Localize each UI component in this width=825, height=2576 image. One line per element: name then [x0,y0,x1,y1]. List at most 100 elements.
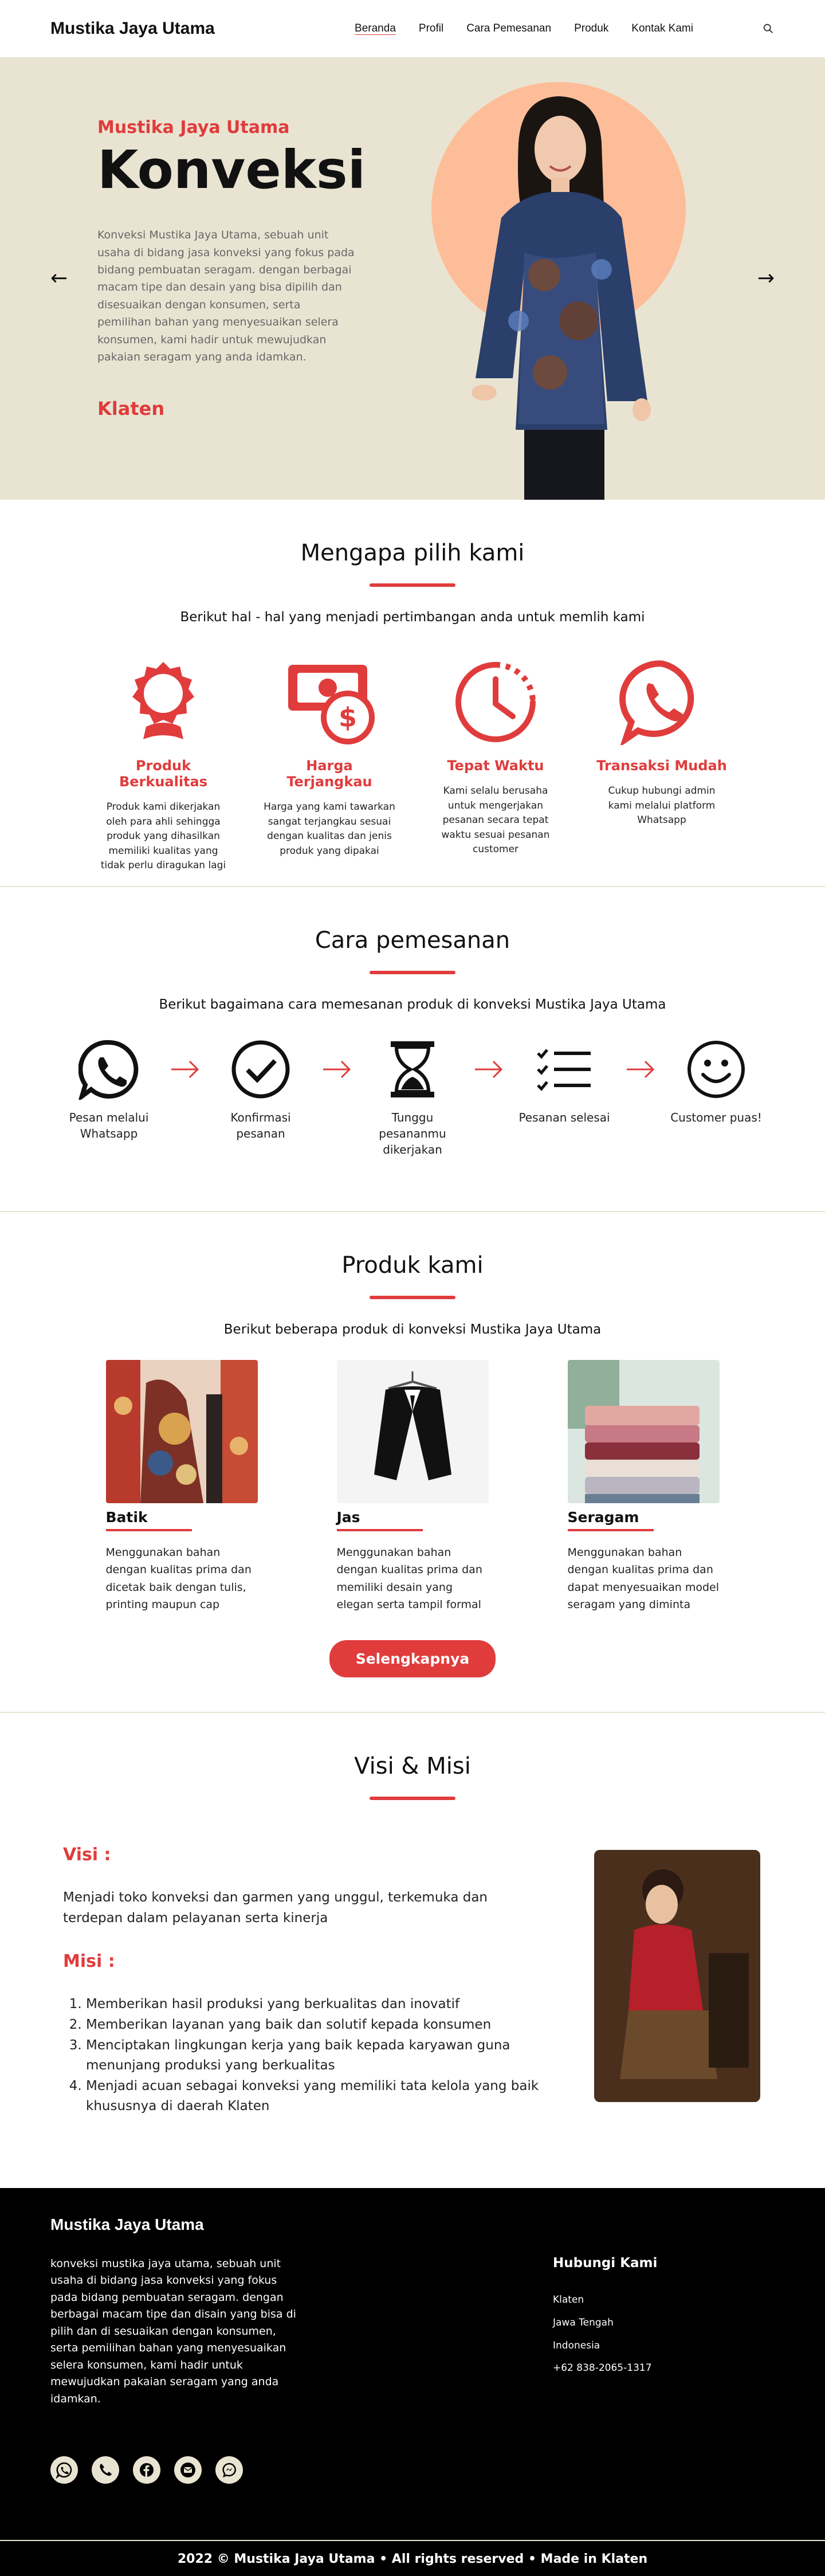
nav-link-produk[interactable]: Produk [574,22,608,35]
footer-contact-country: Indonesia [553,2339,600,2351]
visi-misi-title: Visi & Misi [354,1753,471,1779]
copyright: 2022 © Mustika Jaya Utama • All rights r… [177,2552,648,2566]
why-item-title: Harga Terjangkau [286,758,372,790]
product-name: Batik [105,1509,148,1526]
order-step: Customer puas! [667,1035,765,1126]
product-image-seragam [567,1360,720,1503]
misi-item: Menciptakan lingkungan kerja yang baik k… [86,2036,544,2076]
hero-subtitle: Mustika Jaya Utama [97,117,290,138]
phone-bubble-icon [596,653,728,751]
title-underline [370,971,455,974]
search-icon[interactable] [762,22,775,35]
nav-link-cara-pemesanan[interactable]: Cara Pemesanan [466,22,551,35]
hourglass-icon [364,1035,461,1104]
arrow-left-icon[interactable]: ← [50,266,68,290]
order-step: Pesan melalui Whatsapp [60,1035,158,1142]
why-lead: Berikut hal - hal yang menjadi pertimban… [180,610,645,625]
product-desc: Menggunakan bahan dengan kualitas prima … [336,1546,482,1612]
misi-list: Memberikan hasil produksi yang berkualit… [63,1994,544,2117]
misi-heading: Misi : [63,1951,115,1972]
hero-model-image [431,82,686,500]
product-card-batik[interactable]: Batik Menggunakan bahan dengan kualitas … [105,1360,258,1614]
arrow-right-icon[interactable]: → [757,266,775,290]
product-image-jas [336,1360,489,1503]
product-name: Jas [336,1509,360,1526]
footer-description: konveksi mustika jaya utama, sebuah unit… [50,2257,296,2405]
why-item-title: Transaksi Mudah [596,758,727,774]
mail-icon[interactable] [174,2456,202,2484]
footer: Mustika Jaya Utama konveksi mustika jaya… [0,2188,825,2576]
footer-contact: Hubungi Kami Klaten Jawa Tengah Indonesi… [553,2256,657,2385]
arrow-right-icon [613,1035,667,1104]
order-step: Pesanan selesai [516,1035,613,1126]
arrow-right-icon [309,1035,364,1104]
footer-contact-province: Jawa Tengah [553,2316,614,2328]
why-title: Mengapa pilih kami [300,540,525,566]
footer-contact-city: Klaten [553,2294,584,2306]
check-circle-icon [212,1035,309,1104]
nav-link-kontak-kami[interactable]: Kontak Kami [631,22,693,35]
order-lead: Berikut bagaimana cara memesanan produk … [159,997,666,1012]
product-image-batik [105,1360,258,1503]
product-card-seragam[interactable]: Seragam Menggunakan bahan dengan kualita… [567,1360,720,1614]
footer-brand: Mustika Jaya Utama [50,2216,204,2233]
money-icon: $ [264,653,395,751]
order-step: Konfirmasi pesanan [212,1035,309,1142]
footer-divider [0,2540,825,2541]
order-step-label: Pesan melalui Whatsapp [69,1111,149,1140]
order-step-label: Pesanan selesai [518,1111,610,1124]
social-links [50,2456,243,2484]
why-item-title: Produk Berkualitas [119,758,208,790]
phone-icon[interactable] [92,2456,119,2484]
order-step: Tunggu pesananmu dikerjakan [364,1035,461,1158]
why-item-title: Tepat Waktu [447,758,544,774]
hero-description: Konveksi Mustika Jaya Utama, sebuah unit… [97,229,355,363]
why-section: Mengapa pilih kami Berikut hal - hal yan… [0,500,825,886]
hero-text: Mustika Jaya Utama Konveksi Konveksi Mus… [97,117,366,420]
visi-text: Menjadi toko konveksi dan garmen yang un… [63,1890,488,1926]
product-underline [336,1529,423,1531]
why-item-desc: Harga yang kami tawarkan sangat terjangk… [264,801,395,857]
clock-icon [430,653,561,751]
nav-link-profil[interactable]: Profil [419,22,443,35]
footer-contact-title: Hubungi Kami [553,2256,658,2271]
order-title: Cara pemesanan [315,927,510,954]
footer-contact-phone[interactable]: +62 838-2065-1317 [553,2362,657,2375]
nav-link-beranda[interactable]: Beranda [355,22,396,35]
order-section: Cara pemesanan Berikut bagaimana cara me… [0,887,825,1211]
order-step-label: Customer puas! [670,1111,762,1124]
why-item-desc: Cukup hubungi admin kami melalui platfor… [608,785,716,826]
product-name: Seragam [567,1509,639,1526]
more-products-button[interactable]: Selengkapnya [329,1640,496,1677]
brand-logo[interactable]: Mustika Jaya Utama [50,19,215,38]
order-step-label: Konfirmasi pesanan [230,1111,291,1140]
title-underline [370,1797,455,1800]
why-item-quality: Produk Berkualitas Produk kami dikerjaka… [97,653,229,873]
hero-banner: ← Mustika Jaya Utama Konveksi Konveksi M… [0,57,825,500]
products-section: Produk kami Berikut beberapa produk di k… [0,1212,825,1712]
checklist-icon [516,1035,613,1104]
visi-image [594,1850,760,2102]
product-card-jas[interactable]: Jas Menggunakan bahan dengan kualitas pr… [336,1360,489,1614]
title-underline [370,1296,455,1299]
why-item-desc: Kami selalu berusaha untuk mengerjakan p… [441,785,550,855]
misi-item: Memberikan layanan yang baik dan solutif… [86,2015,544,2036]
messenger-icon[interactable] [215,2456,243,2484]
product-desc: Menggunakan bahan dengan kualitas prima … [105,1546,252,1612]
visi-heading: Visi : [63,1845,111,1865]
misi-item: Memberikan hasil produksi yang berkualit… [86,1994,544,2015]
why-item-price: $ Harga Terjangkau Harga yang kami tawar… [264,653,395,873]
products-title: Produk kami [341,1252,484,1279]
hero-location: Klaten [97,398,165,420]
product-desc: Menggunakan bahan dengan kualitas prima … [567,1546,720,1612]
whatsapp-icon[interactable] [50,2456,78,2484]
misi-item: Menjadi acuan sebagai konveksi yang memi… [86,2076,544,2117]
facebook-icon[interactable] [133,2456,160,2484]
svg-text:$: $ [339,702,357,733]
smile-icon [667,1035,765,1104]
arrow-right-icon [461,1035,516,1104]
award-icon [97,653,229,751]
products-lead: Berikut beberapa produk di konveksi Must… [223,1322,602,1337]
whatsapp-icon [60,1035,158,1104]
nav-links: Beranda Profil Cara Pemesanan Produk Kon… [355,22,693,35]
